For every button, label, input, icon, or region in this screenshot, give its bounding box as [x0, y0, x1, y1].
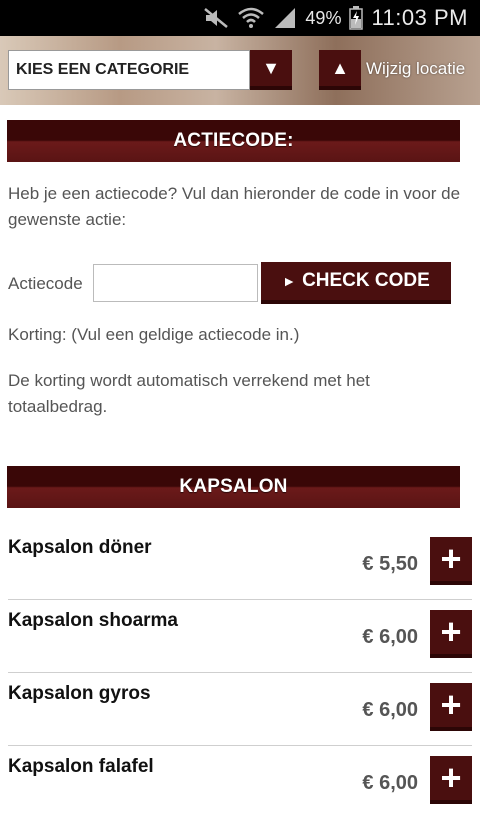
add-to-cart-button[interactable]: +	[430, 756, 472, 804]
promo-intro: Heb je een actiecode? Vul dan hieronder …	[8, 184, 461, 229]
chevron-up-icon: ▲	[331, 57, 349, 78]
chevron-down-icon: ▼	[262, 57, 280, 78]
product-name: Kapsalon falafel	[8, 756, 154, 777]
add-to-cart-button[interactable]: +	[430, 683, 472, 731]
product-price: € 6,00	[362, 772, 418, 794]
battery-percentage: 49%	[305, 7, 342, 28]
product-name: Kapsalon shoarma	[8, 610, 178, 631]
category-dropdown-button[interactable]: ▼	[250, 50, 292, 90]
change-location-label[interactable]: Wijzig locatie	[366, 59, 465, 79]
plus-icon: +	[440, 611, 462, 652]
add-to-cart-button[interactable]: +	[430, 537, 472, 585]
product-row: Kapsalon shoarma € 6,00 +	[0, 600, 480, 673]
product-price: € 5,50	[362, 553, 418, 575]
wifi-icon	[237, 6, 265, 30]
header: KIES EEN CATEGORIE ▼ ▲ Wijzig locatie	[0, 36, 480, 105]
check-code-button[interactable]: ► CHECK CODE	[261, 262, 451, 304]
change-location-button[interactable]: ▲	[319, 50, 361, 90]
section-banner: KAPSALON	[7, 466, 460, 508]
check-code-label: CHECK CODE	[302, 270, 430, 291]
clock: 11:03 PM	[371, 5, 468, 30]
product-row: Kapsalon döner € 5,50 +	[0, 527, 480, 600]
product-row: Kapsalon gyros € 6,00 +	[0, 673, 480, 746]
plus-icon: +	[440, 757, 462, 798]
code-label: Actiecode	[8, 274, 83, 293]
status-bar: 49% 11:03 PM	[0, 0, 480, 36]
discount-text: Korting: (Vul een geldige actiecode in.)	[8, 325, 300, 344]
auto-discount-text: De korting wordt automatisch verrekend m…	[8, 371, 370, 416]
product-row: Kapsalon falafel € 6,00 +	[0, 746, 480, 819]
code-input[interactable]	[93, 264, 258, 302]
plus-icon: +	[440, 684, 462, 725]
battery-icon	[349, 6, 364, 30]
plus-icon: +	[440, 538, 462, 579]
mute-icon	[203, 7, 229, 29]
product-price: € 6,00	[362, 699, 418, 721]
add-to-cart-button[interactable]: +	[430, 610, 472, 658]
product-name: Kapsalon gyros	[8, 683, 151, 704]
arrow-right-icon: ►	[282, 273, 297, 289]
product-name: Kapsalon döner	[8, 537, 152, 558]
category-select[interactable]: KIES EEN CATEGORIE	[8, 50, 250, 90]
promo-banner: ACTIECODE:	[7, 120, 460, 162]
product-price: € 6,00	[362, 626, 418, 648]
signal-icon	[273, 7, 297, 29]
